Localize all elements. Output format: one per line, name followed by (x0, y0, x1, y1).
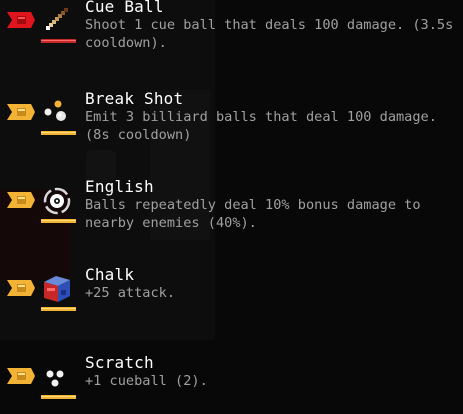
upgrade-description: Emit 3 billiard balls that deal 100 dama… (85, 109, 437, 143)
upgrade-item-chalk[interactable]: Chalk +25 attack. (0, 265, 463, 338)
upgrade-title: English (85, 177, 154, 196)
three-balls-icon (46, 370, 64, 387)
upgrade-title: Chalk (85, 265, 135, 284)
upgrade-list: Cue Ball Shoot 1 cue ball that deals 100… (0, 0, 463, 414)
upgrade-tag-icon (7, 104, 35, 120)
upgrade-item-cue-ball[interactable]: Cue Ball Shoot 1 cue ball that deals 100… (0, 0, 463, 70)
upgrade-description: +1 cueball (2). (85, 373, 208, 389)
upgrade-title: Scratch (85, 353, 154, 372)
upgrade-item-break-shot[interactable]: Break Shot Emit 3 billiard balls that de… (0, 89, 463, 162)
upgrade-underline (41, 131, 76, 135)
upgrade-description: +25 attack. (85, 285, 176, 301)
upgrade-item-english[interactable]: English Balls repeatedly deal 10% bonus … (0, 177, 463, 250)
upgrade-tag-icon (7, 280, 35, 296)
upgrade-tag-icon (7, 192, 35, 208)
upgrade-tag-icon (7, 368, 35, 384)
cue-stick-icon (46, 8, 68, 30)
upgrade-description: Balls repeatedly deal 10% bonus damage t… (85, 197, 421, 231)
upgrade-item-scratch[interactable]: Scratch +1 cueball (2). (0, 353, 463, 414)
selection-tag-icon (7, 12, 35, 28)
upgrade-description: Shoot 1 cue ball that deals 100 damage. … (85, 17, 454, 51)
upgrade-underline (41, 395, 76, 399)
billiard-balls-icon (44, 100, 66, 121)
upgrade-title: Break Shot (85, 89, 184, 108)
upgrade-title: Cue Ball (85, 0, 164, 16)
upgrade-underline (41, 219, 76, 223)
spin-ball-icon (43, 187, 71, 215)
chalk-cube-icon (44, 276, 70, 302)
upgrade-underline (41, 307, 76, 311)
selected-underline (41, 39, 76, 43)
